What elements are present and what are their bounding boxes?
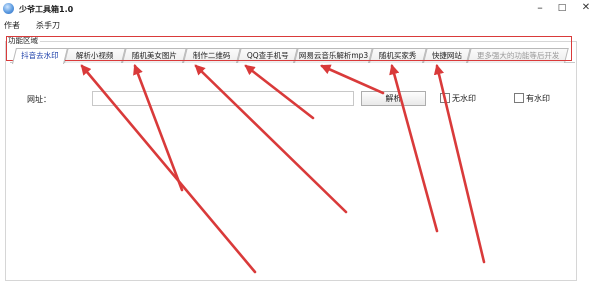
annotation-highlight-box bbox=[6, 36, 572, 61]
parse-button[interactable]: 解析 bbox=[361, 91, 426, 106]
menu-bar: 作者 杀手刀 bbox=[0, 18, 600, 33]
window-title: 少爷工具箱1.0 bbox=[19, 5, 74, 14]
close-button[interactable]: ✕ bbox=[575, 0, 597, 18]
minimize-button[interactable]: – bbox=[529, 0, 551, 18]
maximize-button[interactable]: □ bbox=[551, 0, 573, 18]
no-watermark-checkbox[interactable] bbox=[440, 93, 450, 103]
tab-douyin-dewatermark[interactable]: 抖音去水印 bbox=[12, 48, 68, 64]
watermark-checkbox[interactable] bbox=[514, 93, 524, 103]
watermark-label: 有水印 bbox=[526, 94, 550, 103]
menu-item-author[interactable]: 作者 bbox=[4, 20, 20, 31]
tab-label: 抖音去水印 bbox=[21, 51, 59, 60]
app-icon bbox=[3, 3, 14, 14]
title-bar: 少爷工具箱1.0 – □ ✕ bbox=[0, 0, 600, 18]
url-input[interactable] bbox=[92, 91, 354, 106]
function-area-groupbox bbox=[5, 41, 577, 281]
url-label: 网址： bbox=[27, 95, 51, 104]
menu-item-killer[interactable]: 杀手刀 bbox=[36, 20, 60, 31]
no-watermark-label: 无水印 bbox=[452, 94, 476, 103]
